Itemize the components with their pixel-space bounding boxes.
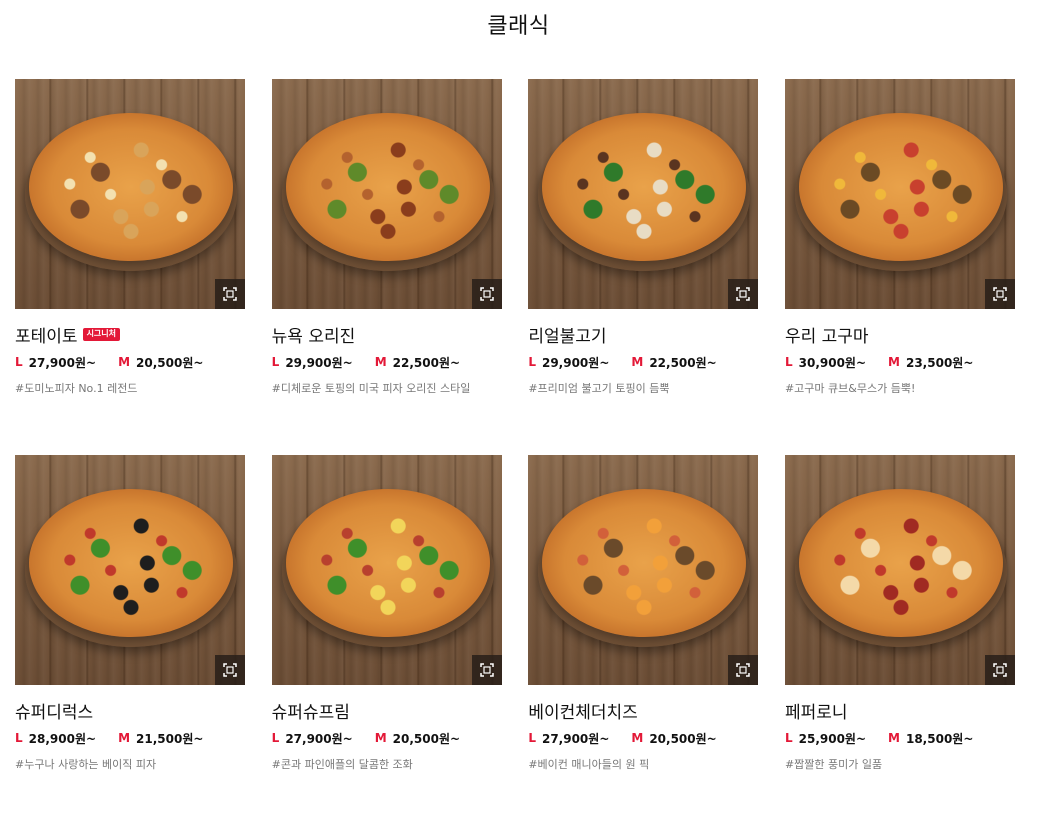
pizza-illustration (285, 489, 490, 637)
size-l-label: L (271, 355, 280, 369)
price-l: 27,900원~ (28, 355, 97, 370)
product-description: #고구마 큐브&무스가 듬뿍! (784, 382, 916, 395)
product-image[interactable] (784, 79, 1015, 309)
product-image[interactable] (528, 79, 759, 309)
pizza-illustration (798, 113, 1003, 261)
product-card[interactable]: 리얼불고기 L 29,900원~ M 22,500원~ #프리미엄 불고기 토핑이 듬… (528, 79, 759, 455)
expand-frame-icon (479, 663, 494, 677)
product-description: #콘과 파인애플의 달콤한 조화 (271, 758, 413, 771)
size-l-label: L (784, 355, 793, 369)
product-image[interactable] (15, 455, 245, 685)
product-name[interactable]: 리얼불고기 (528, 322, 606, 347)
size-m-label: M (374, 355, 387, 369)
zoom-button[interactable] (471, 655, 502, 685)
product-card[interactable]: 페퍼로니 L 25,900원~ M 18,500원~ #짭짤한 풍미가 일품 (784, 455, 1015, 831)
price-m: 22,500원~ (649, 355, 717, 370)
price-l: 29,900원~ (285, 355, 353, 370)
pizza-illustration (798, 489, 1003, 637)
zoom-button[interactable] (215, 279, 245, 309)
size-l-label: L (528, 355, 536, 369)
size-l-label: L (15, 731, 23, 745)
price-m: 20,500원~ (649, 731, 717, 746)
product-card[interactable]: 슈퍼디럭스 L 28,900원~ M 21,500원~ #누구나 사랑하는 베이직 피… (15, 455, 245, 831)
price-l: 29,900원~ (541, 355, 610, 370)
size-l-label: L (15, 355, 23, 369)
product-name[interactable]: 뉴욕 오리진 (272, 322, 356, 347)
size-m-label: M (631, 731, 644, 745)
size-l-label: L (271, 731, 280, 745)
product-image[interactable] (784, 455, 1015, 685)
signature-badge: 시그니처 (82, 327, 121, 341)
expand-frame-icon (223, 287, 237, 301)
expand-frame-icon (479, 287, 494, 301)
expand-frame-icon (736, 287, 751, 301)
expand-frame-icon (993, 663, 1007, 677)
product-card[interactable]: 뉴욕 오리진 L 29,900원~ M 22,500원~ #디체로운 토핑의 미국 피… (271, 79, 502, 455)
price-m: 21,500원~ (136, 731, 204, 746)
product-card[interactable]: 베이컨체더치즈 L 27,900원~ M 20,500원~ #베이컨 매니아들의 원 … (528, 455, 759, 831)
expand-frame-icon (993, 287, 1007, 301)
size-m-label: M (888, 731, 900, 745)
size-m-label: M (118, 355, 131, 369)
product-name[interactable]: 슈퍼디럭스 (15, 698, 93, 723)
size-m-label: M (888, 355, 900, 369)
product-image[interactable] (271, 79, 502, 309)
size-m-label: M (631, 355, 644, 369)
price-l: 28,900원~ (28, 731, 97, 746)
price-m: 22,500원~ (392, 355, 461, 370)
section-title: 클래식 (487, 14, 550, 39)
zoom-button[interactable] (728, 655, 759, 685)
price-l: 27,900원~ (285, 731, 353, 746)
product-card[interactable]: 슈퍼슈프림 L 27,900원~ M 20,500원~ #콘과 파인애플의 달콤한 조… (271, 455, 502, 831)
size-m-label: M (374, 731, 387, 745)
price-m: 20,500원~ (392, 731, 461, 746)
product-image[interactable] (271, 455, 502, 685)
product-name[interactable]: 베이컨체더치즈 (528, 698, 637, 723)
price-m: 23,500원~ (905, 355, 974, 370)
pizza-illustration (542, 113, 747, 261)
product-name[interactable]: 포테이토 (15, 322, 78, 347)
price-l: 30,900원~ (798, 355, 867, 370)
expand-frame-icon (736, 663, 751, 677)
product-name[interactable]: 우리 고구마 (785, 322, 869, 347)
pizza-illustration (542, 489, 747, 637)
pizza-illustration (29, 489, 233, 637)
price-l: 27,900원~ (541, 731, 610, 746)
size-l-label: L (784, 731, 793, 745)
zoom-button[interactable] (984, 655, 1015, 685)
pizza-illustration (29, 113, 233, 261)
product-grid: 포테이토 시그니처 L 27,900원~ M 20,500원~ #도미노피자 No.1 … (15, 79, 1015, 831)
price-l: 25,900원~ (798, 731, 867, 746)
product-card[interactable]: 우리 고구마 L 30,900원~ M 23,500원~ #고구마 큐브&무스가 듬뿍… (784, 79, 1015, 455)
pizza-illustration (285, 113, 490, 261)
zoom-button[interactable] (215, 655, 245, 685)
product-description: #짭짤한 풍미가 일품 (784, 758, 883, 771)
product-card[interactable]: 포테이토 시그니처 L 27,900원~ M 20,500원~ #도미노피자 No.1 … (15, 79, 245, 455)
product-description: #누구나 사랑하는 베이직 피자 (15, 758, 157, 771)
product-description: #디체로운 토핑의 미국 피자 오리진 스타일 (271, 382, 471, 395)
size-m-label: M (118, 731, 131, 745)
size-l-label: L (528, 731, 536, 745)
price-m: 18,500원~ (905, 731, 974, 746)
product-name[interactable]: 페퍼로니 (785, 698, 848, 723)
product-image[interactable] (15, 79, 245, 309)
product-description: #프리미엄 불고기 토핑이 듬뿍 (528, 382, 670, 395)
price-m: 20,500원~ (136, 355, 204, 370)
zoom-button[interactable] (728, 279, 759, 309)
zoom-button[interactable] (471, 279, 502, 309)
expand-frame-icon (223, 663, 237, 677)
product-description: #도미노피자 No.1 레전드 (15, 382, 138, 395)
product-description: #베이컨 매니아들의 원 픽 (528, 758, 650, 771)
product-image[interactable] (528, 455, 759, 685)
product-name[interactable]: 슈퍼슈프림 (272, 698, 350, 723)
zoom-button[interactable] (984, 279, 1015, 309)
